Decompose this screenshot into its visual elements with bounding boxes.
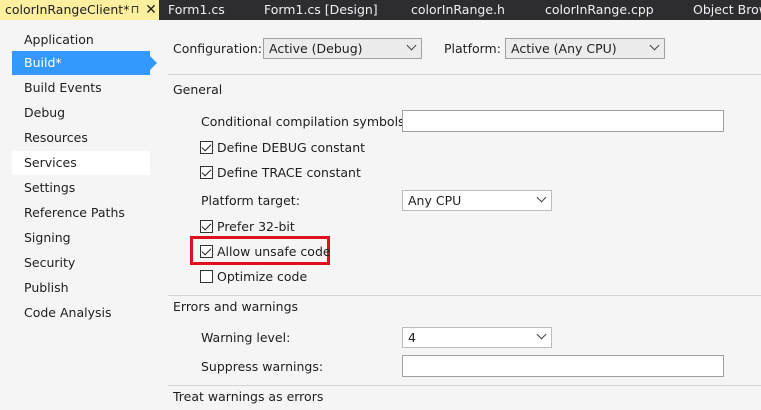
allow-unsafe-checkbox[interactable] [200,245,213,258]
errors-section-title: Errors and warnings [173,299,299,314]
platform-value: Active (Any CPU) [511,41,617,56]
define-debug-checkbox[interactable] [200,141,213,154]
conditional-symbols-input[interactable] [402,110,724,132]
nav-item-build[interactable]: Build* [12,51,157,75]
warning-level-select[interactable]: 4 [402,327,552,348]
chevron-down-icon [536,192,547,203]
nav-item-debug[interactable]: Debug [12,101,150,125]
define-trace-checkbox[interactable] [200,166,213,179]
suppress-warnings-input[interactable] [402,355,724,377]
define-debug-label: Define DEBUG constant [217,140,366,155]
tab-colorinrangeclient[interactable]: colorInRangeClient* ⊓ ✕ [0,0,159,20]
conditional-symbols-label: Conditional compilation symbols: [201,114,409,129]
warning-level-value: 4 [408,330,416,345]
nav-item-application[interactable]: Application [12,28,150,52]
platform-target-label: Platform target: [201,193,300,208]
warning-level-label: Warning level: [201,330,291,345]
pin-icon[interactable]: ⊓ [128,0,142,20]
general-section-title: General [173,82,223,97]
nav-item-reference-paths[interactable]: Reference Paths [12,201,150,225]
allow-unsafe-label: Allow unsafe code [217,244,331,259]
tab-label: Object Brow [693,2,761,17]
platform-target-select[interactable]: Any CPU [402,190,552,211]
close-icon[interactable]: ✕ [144,0,158,20]
tab-form1-design[interactable]: Form1.cs [Design] [264,0,378,20]
tab-label: Form1.cs [Design] [264,2,378,17]
configuration-select[interactable]: Active (Debug) [263,38,422,59]
document-tab-strip: colorInRangeClient* ⊓ ✕ Form1.cs Form1.c… [0,0,761,20]
platform-target-value: Any CPU [408,193,462,208]
chevron-down-icon [649,40,660,51]
tab-colorinrange-cpp[interactable]: colorInRange.cpp [545,0,654,20]
prefer-32bit-label: Prefer 32-bit [217,219,295,234]
suppress-warnings-label: Suppress warnings: [201,359,324,374]
section-divider [168,74,761,75]
optimize-code-checkbox[interactable] [200,270,213,283]
nav-item-security[interactable]: Security [12,251,150,275]
nav-item-build-events[interactable]: Build Events [12,76,150,100]
treat-warnings-section-title: Treat warnings as errors [173,389,324,404]
tab-label: colorInRange.h [411,2,505,17]
define-trace-label: Define TRACE constant [217,165,361,180]
prefer-32bit-checkbox[interactable] [200,220,213,233]
section-divider [168,385,761,386]
platform-select[interactable]: Active (Any CPU) [505,38,665,59]
configuration-label: Configuration: [173,41,262,56]
chevron-down-icon [406,40,417,51]
tab-label: Form1.cs [168,2,225,17]
tab-form1-cs[interactable]: Form1.cs [168,0,225,20]
tab-label: colorInRange.cpp [545,2,654,17]
build-settings-panel: Configuration: Active (Debug) Platform: … [160,20,761,410]
section-divider [168,295,761,296]
nav-item-publish[interactable]: Publish [12,276,150,300]
nav-item-signing[interactable]: Signing [12,226,150,250]
tab-label: colorInRangeClient* [5,2,130,17]
nav-item-resources[interactable]: Resources [12,126,150,150]
property-pages-nav: Application Build* Build Events Debug Re… [0,20,160,410]
tab-colorinrange-h[interactable]: colorInRange.h [411,0,505,20]
optimize-code-label: Optimize code [217,269,308,284]
tab-object-browser[interactable]: Object Brow [693,0,761,20]
nav-item-settings[interactable]: Settings [12,176,150,200]
configuration-value: Active (Debug) [269,41,363,56]
chevron-down-icon [536,329,547,340]
platform-label: Platform: [444,41,501,56]
nav-item-code-analysis[interactable]: Code Analysis [12,301,150,325]
nav-item-services[interactable]: Services [12,151,150,175]
